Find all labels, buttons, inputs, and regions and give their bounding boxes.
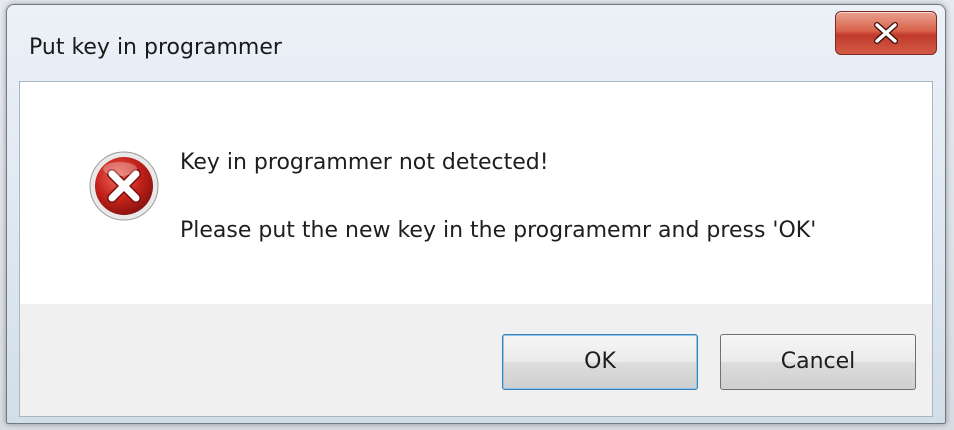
title-bar[interactable]: Put key in programmer [7,5,945,81]
message-dialog: Put key in programmer Key in programmer … [6,4,946,424]
close-button[interactable] [835,11,937,55]
ok-button[interactable]: OK [502,334,698,390]
error-message-heading: Key in programmer not detected! [180,150,549,175]
message-area: Key in programmer not detected! Please p… [20,82,932,304]
window-title: Put key in programmer [29,35,282,60]
error-message-instruction: Please put the new key in the programemr… [180,218,817,243]
error-icon [89,151,159,221]
button-bar: OK Cancel [20,304,932,416]
close-icon [874,22,898,44]
cancel-button[interactable]: Cancel [720,334,916,390]
dialog-client-area: Key in programmer not detected! Please p… [19,81,933,417]
